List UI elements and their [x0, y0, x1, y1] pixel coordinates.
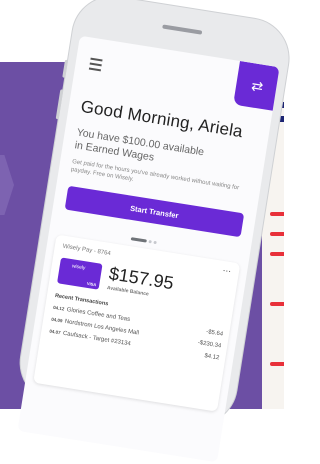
- volume-button: [62, 59, 69, 78]
- transaction-amount: -$230.34: [197, 339, 222, 350]
- page-dot: [148, 240, 152, 244]
- page-dot-active: [130, 237, 147, 243]
- account-label: Wisely Pay - 8764: [62, 243, 112, 258]
- phone-speaker: [162, 24, 203, 35]
- transaction-amount: -$5.64: [205, 329, 224, 338]
- card-network: VISA: [86, 280, 97, 288]
- transaction-amount: $4.12: [203, 353, 220, 362]
- page-dot: [153, 241, 157, 245]
- phone-mockup: ⇄ Good Morning, Ariela You have $100.00 …: [0, 0, 295, 463]
- swap-arrows-icon: ⇄: [250, 77, 265, 95]
- app-screen: ⇄ Good Morning, Ariela You have $100.00 …: [17, 35, 280, 463]
- hamburger-menu-icon[interactable]: [88, 57, 103, 75]
- card-logo: wisely: [71, 263, 86, 272]
- transaction-date: 04.07: [49, 328, 61, 336]
- more-options-icon[interactable]: ...: [222, 263, 232, 275]
- recent-transactions-title: Recent Transactions: [54, 293, 109, 308]
- phone-body: ⇄ Good Morning, Ariela You have $100.00 …: [14, 0, 295, 463]
- transaction-date: 04.12: [52, 304, 65, 312]
- volume-button: [55, 89, 64, 120]
- debit-card-image: wisely VISA: [57, 257, 103, 290]
- transfer-button[interactable]: ⇄: [233, 61, 280, 112]
- transaction-date: 04.09: [50, 316, 63, 324]
- account-card[interactable]: Wisely Pay - 8764 ... wisely VISA $157.9…: [33, 234, 241, 412]
